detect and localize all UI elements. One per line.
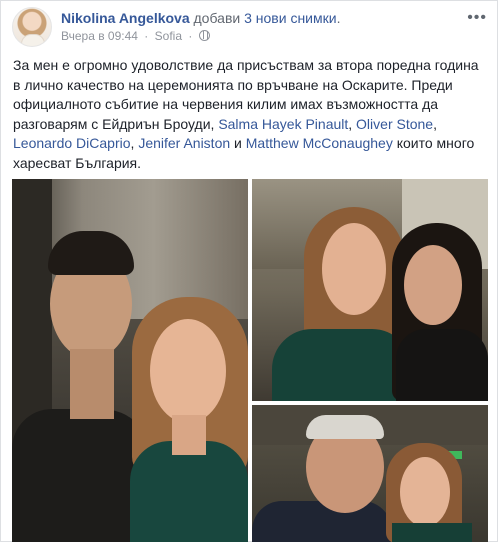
post-body-text: За мен е огромно удоволствие да присъств… bbox=[13, 56, 488, 173]
and-word: и bbox=[230, 135, 246, 151]
person-suit-5 bbox=[252, 501, 392, 542]
comma: , bbox=[348, 115, 357, 132]
globe-icon bbox=[198, 30, 210, 41]
comma: , bbox=[433, 115, 437, 132]
post-title-line: Nikolina Angelkova добави 3 нови снимки. bbox=[61, 9, 340, 27]
person-face-6 bbox=[400, 457, 450, 527]
photo-grid bbox=[12, 179, 488, 542]
post-options-button[interactable]: ••• bbox=[467, 9, 487, 27]
author-avatar[interactable] bbox=[12, 7, 52, 47]
person-dress-6 bbox=[392, 523, 472, 542]
action-text: добави bbox=[193, 10, 241, 26]
person-face-3 bbox=[322, 223, 386, 315]
timestamp-link[interactable]: Вчера в 09:44 bbox=[61, 29, 138, 43]
person-hair-5 bbox=[306, 415, 384, 439]
new-photos-link[interactable]: 3 нови снимки bbox=[244, 10, 336, 26]
action-suffix: . bbox=[336, 10, 341, 26]
person-neck-2 bbox=[172, 415, 206, 455]
photo-top-right[interactable] bbox=[252, 179, 488, 401]
person-dress-2 bbox=[130, 441, 248, 542]
photo-bottom-right[interactable] bbox=[252, 405, 488, 542]
tag-leonardo-dicaprio[interactable]: Leonardo DiCaprio bbox=[13, 135, 131, 151]
person-face-4 bbox=[404, 245, 462, 325]
avatar-figure bbox=[21, 34, 45, 46]
post-header: Nikolina Angelkova добави 3 нови снимки.… bbox=[1, 1, 498, 53]
post-meta: Вчера в 09:44 · Sofia · bbox=[61, 28, 210, 44]
tag-oliver-stone[interactable]: Oliver Stone bbox=[356, 116, 433, 132]
person-dress-4 bbox=[396, 329, 488, 401]
person-dress-3 bbox=[272, 329, 412, 401]
person-face-2 bbox=[150, 319, 226, 423]
tag-jenifer-aniston[interactable]: Jenifer Aniston bbox=[138, 135, 230, 151]
tag-salma-hayek[interactable]: Salma Hayek Pinault bbox=[218, 116, 348, 132]
meta-separator-2: · bbox=[188, 29, 193, 43]
meta-separator: · bbox=[144, 29, 149, 43]
author-name-link[interactable]: Nikolina Angelkova bbox=[61, 10, 190, 26]
tag-matthew-mcconaughey[interactable]: Matthew McConaughey bbox=[246, 135, 393, 151]
location-link[interactable]: Sofia bbox=[155, 29, 182, 43]
person-neck bbox=[70, 349, 114, 419]
photo-main[interactable] bbox=[12, 179, 248, 542]
feed-post: Nikolina Angelkova добави 3 нови снимки.… bbox=[0, 0, 498, 542]
